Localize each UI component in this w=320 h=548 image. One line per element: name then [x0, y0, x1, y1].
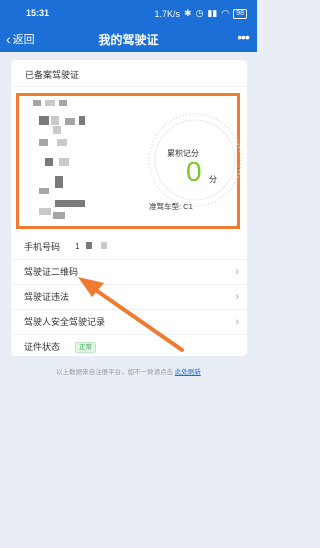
alarm-icon: ◷: [195, 8, 204, 18]
blurred-text: [57, 139, 67, 146]
chevron-right-icon: ›: [235, 265, 239, 278]
status-badge: 正常: [75, 342, 96, 353]
bluetooth-icon: ✱: [184, 8, 192, 18]
more-button[interactable]: •••: [237, 29, 250, 45]
phone-row: 手机号码 1: [11, 234, 247, 258]
refresh-link[interactable]: 此处刷新: [175, 369, 201, 376]
status-bar: 15:31 1.7K/s ✱ ◷ ▮▮ ◠ 98: [0, 0, 257, 26]
blurred-text: [53, 126, 61, 134]
blurred-text: [101, 242, 107, 249]
blurred-text: [59, 158, 69, 166]
score-unit: 分: [209, 175, 217, 184]
nav-bar: ‹ 返回 我的驾驶证 •••: [0, 26, 257, 52]
blurred-text: [33, 100, 41, 106]
status-time: 15:31: [26, 8, 50, 18]
score-value: 0: [186, 156, 202, 187]
violation-label: 驾驶证违法: [24, 292, 70, 302]
net-speed: 1.7K/s: [154, 8, 181, 19]
footer-note: 以上数据来自注册平台，如不一致请点击 此处刷新: [0, 366, 257, 376]
card-title: 已备案驾驶证: [25, 70, 80, 80]
blurred-text: [45, 100, 55, 106]
qr-code-label: 驾驶证二维码: [24, 267, 79, 277]
blurred-text: [39, 208, 51, 215]
safety-record-label: 驾驶人安全驾驶记录: [24, 317, 106, 327]
blurred-text: [55, 200, 85, 207]
status-label: 证件状态: [24, 342, 61, 352]
status-row: 证件状态 正常: [11, 334, 247, 358]
blurred-text: [65, 118, 75, 125]
phone-value: 1: [75, 241, 80, 251]
footer-text: 以上数据来自注册平台，如不一致请点击: [56, 369, 174, 376]
blurred-text: [39, 139, 48, 146]
chevron-right-icon: ›: [235, 315, 239, 328]
blurred-text: [86, 242, 92, 249]
wifi-icon: ◠: [221, 8, 230, 18]
license-info-highlight: 累积记分 0 分 准驾车型: C1: [16, 93, 242, 229]
divider: [11, 86, 247, 87]
license-card: 已备案驾驶证 累积记分 0 分 准驾车型: C1 手机号码 1 驾驶证二维码 ›…: [11, 60, 247, 356]
chevron-right-icon: ›: [235, 290, 239, 303]
blurred-text: [51, 116, 59, 125]
violation-row[interactable]: 驾驶证违法 ›: [11, 284, 247, 308]
page-title: 我的驾驶证: [98, 33, 159, 47]
qr-code-row[interactable]: 驾驶证二维码 ›: [11, 259, 247, 283]
blurred-text: [39, 188, 49, 194]
blurred-text: [55, 176, 63, 188]
blurred-text: [53, 212, 65, 219]
signal-icon: ▮▮: [207, 8, 218, 18]
blurred-text: [79, 116, 85, 125]
safety-record-row[interactable]: 驾驶人安全驾驶记录 ›: [11, 309, 247, 333]
battery-icon: 98: [233, 8, 247, 19]
blurred-text: [45, 158, 53, 166]
blurred-text: [39, 116, 49, 125]
phone-label: 手机号码: [24, 241, 61, 252]
status-icons: 1.7K/s ✱ ◷ ▮▮ ◠ 98: [155, 8, 247, 19]
vehicle-type: 准驾车型: C1: [149, 202, 193, 211]
blurred-text: [59, 100, 67, 106]
